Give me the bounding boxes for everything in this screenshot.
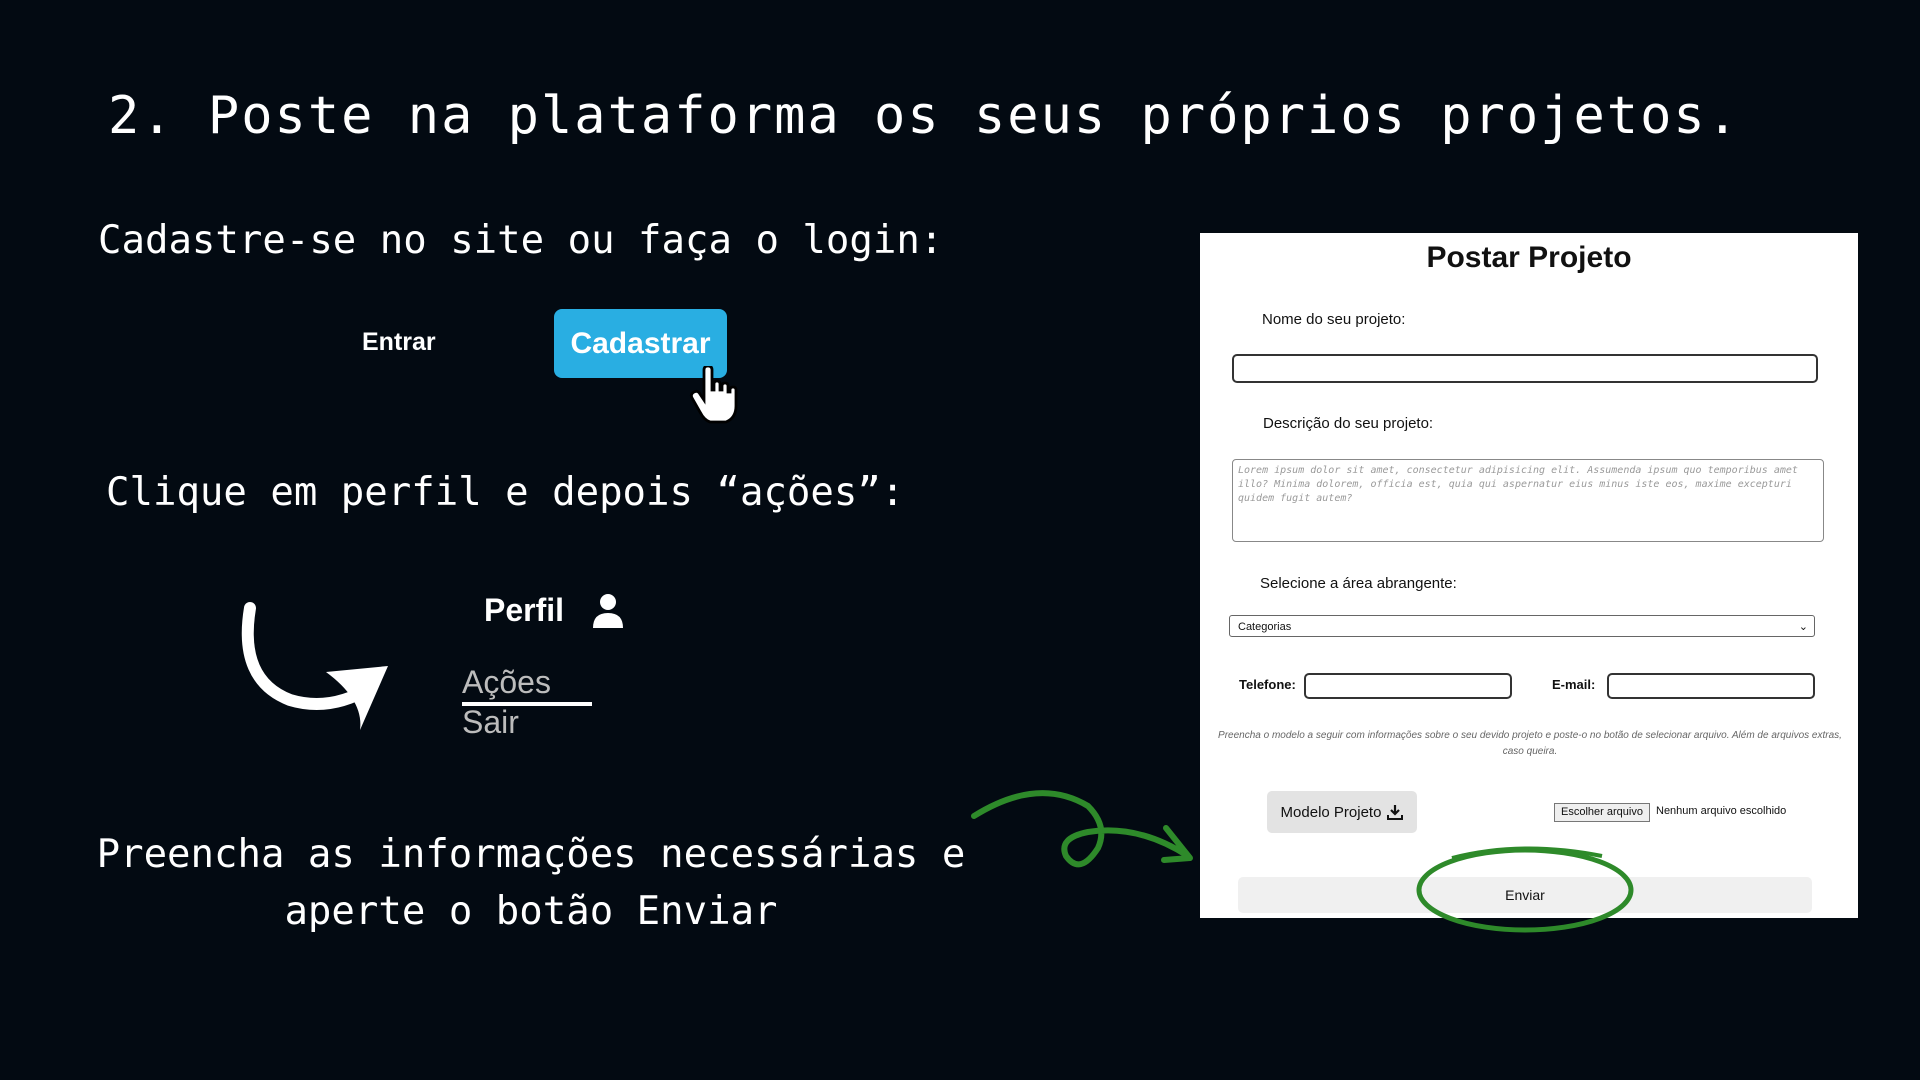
form-note: Preencha o modelo a seguir com informaçõ… (1218, 730, 1842, 757)
step2-instruction: Clique em perfil e depois “ações”: (106, 470, 905, 515)
choose-file-button[interactable]: Escolher arquivo (1554, 803, 1650, 822)
hand-pointer-icon (689, 366, 738, 424)
modelo-projeto-button[interactable]: Modelo Projeto (1267, 791, 1417, 833)
highlight-circle (1416, 846, 1634, 933)
download-icon (1387, 805, 1404, 820)
post-project-form: Postar Projeto Nome do seu projeto: Desc… (1200, 233, 1858, 918)
curved-arrow-icon (241, 602, 388, 730)
acoes-menu-item[interactable]: Ações (462, 664, 551, 701)
entrar-link[interactable]: Entrar (362, 328, 436, 357)
email-label: E-mail: (1552, 677, 1596, 692)
phone-label: Telefone: (1239, 677, 1296, 692)
form-title: Postar Projeto (1426, 241, 1632, 274)
step3-instruction: Preencha as informações necessárias e ap… (96, 832, 966, 934)
chevron-down-icon: ⌄ (1798, 621, 1808, 633)
area-select[interactable]: Categorias ⌄ (1229, 615, 1815, 637)
project-name-label: Nome do seu projeto: (1262, 311, 1406, 328)
project-description-label: Descrição do seu projeto: (1263, 415, 1434, 432)
file-status: Nenhum arquivo escolhido (1656, 805, 1787, 817)
modelo-projeto-label: Modelo Projeto (1280, 803, 1382, 821)
user-icon (593, 594, 623, 628)
area-select-label: Selecione a área abrangente: (1260, 575, 1457, 592)
green-arrow-icon (971, 790, 1193, 868)
project-name-input[interactable] (1232, 354, 1818, 383)
phone-input[interactable] (1304, 673, 1512, 699)
area-select-value: Categorias (1238, 621, 1292, 633)
step1-instruction: Cadastre-se no site ou faça o login: (98, 218, 944, 263)
slide-title: 2. Poste na plataforma os seus próprios … (108, 86, 1741, 146)
email-input[interactable] (1607, 673, 1815, 699)
perfil-menu-label[interactable]: Perfil (484, 592, 564, 629)
sair-menu-item[interactable]: Sair (462, 704, 519, 741)
project-description-textarea[interactable]: Lorem ipsum dolor sit amet, consectetur … (1232, 459, 1824, 542)
